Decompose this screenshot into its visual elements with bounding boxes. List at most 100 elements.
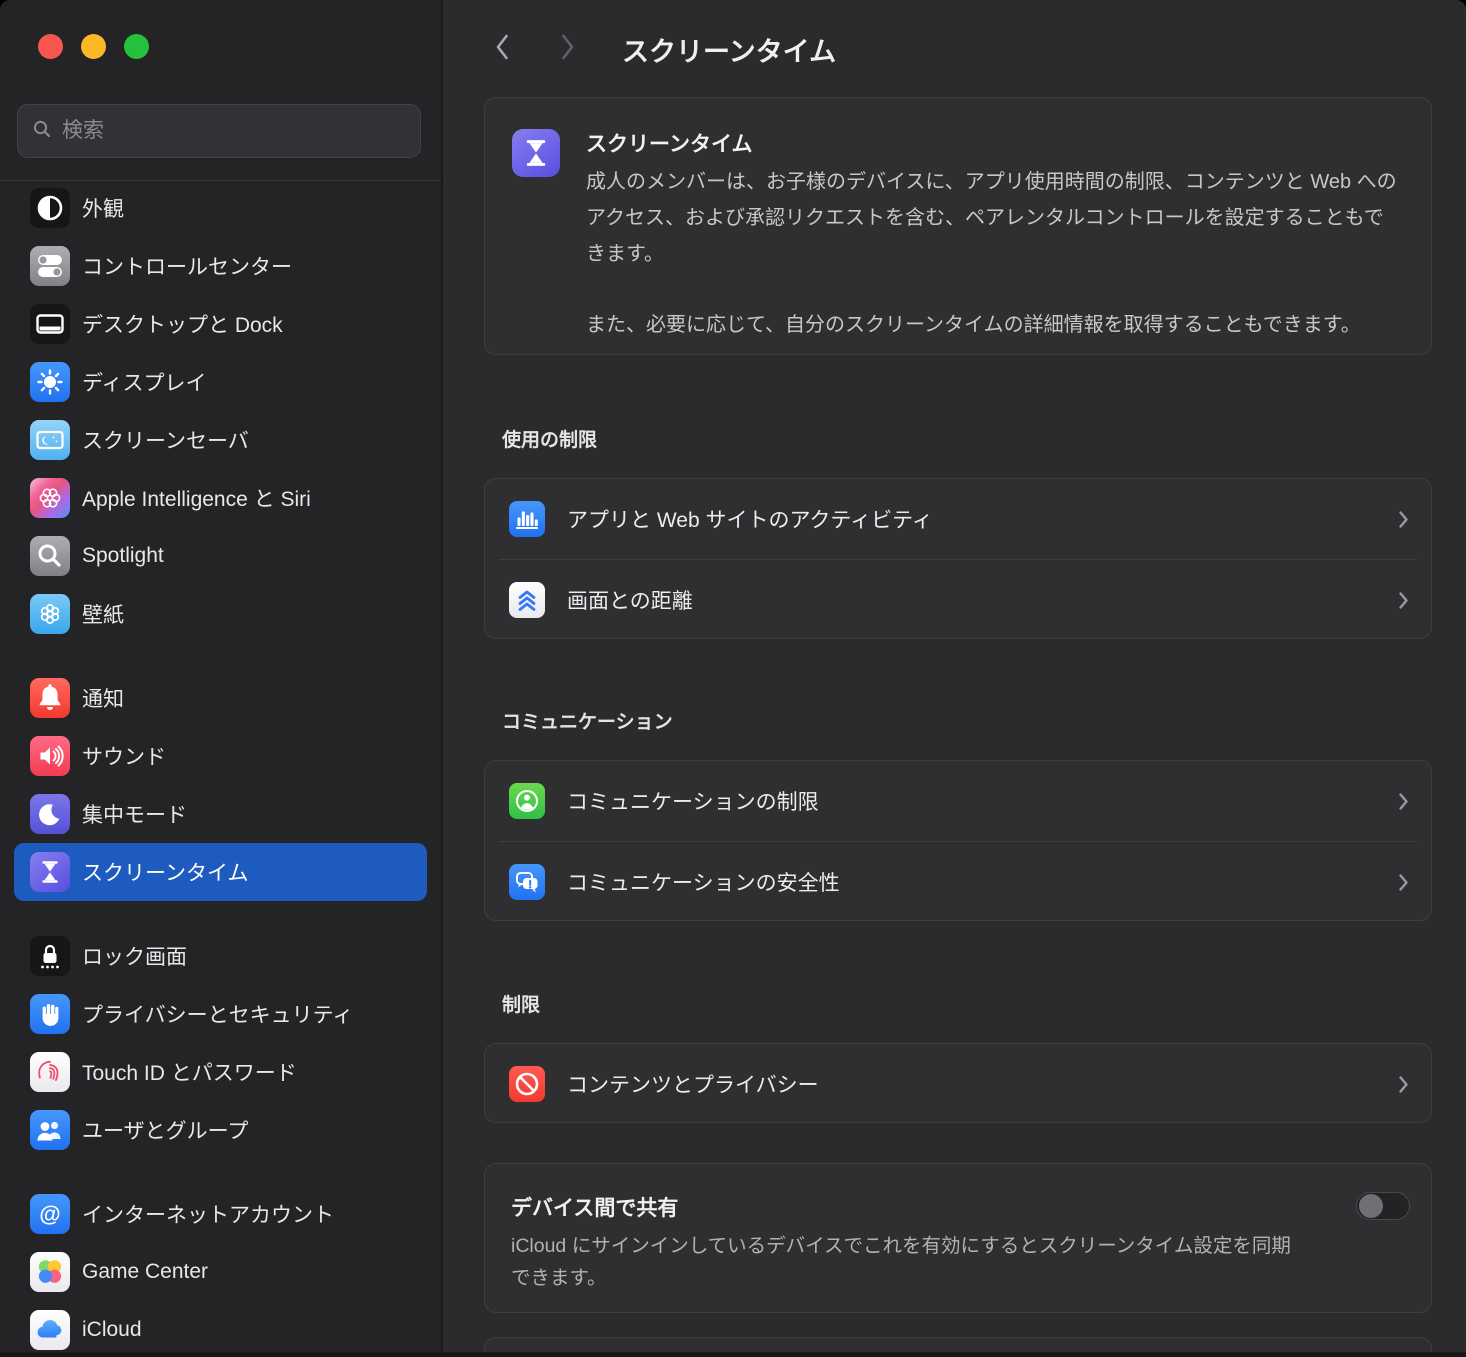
- focus-icon: [30, 794, 70, 834]
- share-across-devices-description: iCloud にサインインしているデバイスでこれを有効にするとスクリーンタイム設…: [511, 1230, 1303, 1294]
- system-settings-window: 外観 コントロールセンター デスクトップと Dock ディスプレイ: [0, 0, 1466, 1357]
- page-title: スクリーンタイム: [622, 30, 836, 69]
- communication-safety-icon: [509, 864, 545, 900]
- sidebar-item-label: 通知: [82, 683, 124, 713]
- touch-id-icon: [30, 1052, 70, 1092]
- screen-distance-icon: [509, 582, 545, 618]
- search-input[interactable]: [62, 119, 406, 143]
- apple-intelligence-siri-icon: [30, 478, 70, 518]
- sidebar-item-label: 外観: [82, 193, 124, 223]
- section-label-communication: コミュニケーション: [502, 707, 673, 734]
- sidebar-item-wallpaper[interactable]: 壁紙: [14, 585, 427, 643]
- sidebar-item-screen-saver[interactable]: スクリーンセーバ: [14, 411, 427, 469]
- sidebar-item-screen-time[interactable]: スクリーンタイム: [14, 843, 427, 901]
- forward-button[interactable]: [557, 30, 579, 64]
- back-button[interactable]: [491, 30, 513, 64]
- sound-icon: [30, 736, 70, 776]
- row-screen-distance[interactable]: 画面との距離: [485, 560, 1431, 640]
- sidebar-item-label: iCloud: [82, 1318, 142, 1342]
- chevron-right-icon: [1398, 591, 1409, 610]
- app-web-activity-icon: [509, 501, 545, 537]
- search-icon: [32, 119, 52, 144]
- minimize-button[interactable]: [81, 34, 106, 59]
- sidebar-item-privacy-security[interactable]: プライバシーとセキュリティ: [14, 985, 427, 1043]
- row-app-web-activity[interactable]: アプリと Web サイトのアクティビティ: [485, 479, 1431, 559]
- screen-time-icon: [512, 129, 560, 177]
- sidebar-item-label: ディスプレイ: [82, 367, 207, 397]
- sidebar-item-appearance[interactable]: 外観: [14, 179, 427, 237]
- sidebar-item-icloud[interactable]: iCloud: [14, 1301, 427, 1357]
- sidebar-item-label: Apple Intelligence と Siri: [82, 483, 311, 513]
- sidebar-item-lock-screen[interactable]: ロック画面: [14, 927, 427, 985]
- restrictions-card: コンテンツとプライバシー: [484, 1043, 1432, 1123]
- row-label: コミュニケーションの安全性: [567, 867, 840, 897]
- appearance-icon: [30, 188, 70, 228]
- share-across-devices-card: デバイス間で共有 iCloud にサインインしているデバイスでこれを有効にすると…: [484, 1163, 1432, 1313]
- sidebar-item-control-center[interactable]: コントロールセンター: [14, 237, 427, 295]
- sidebar-item-label: Touch ID とパスワード: [82, 1057, 297, 1087]
- chevron-right-icon: [1398, 510, 1409, 529]
- sidebar-item-label: Spotlight: [82, 544, 164, 568]
- displays-icon: [30, 362, 70, 402]
- icloud-icon: [30, 1310, 70, 1350]
- screen-time-intro-card: スクリーンタイム 成人のメンバーは、お子様のデバイスに、アプリ使用時間の制限、コ…: [484, 97, 1432, 355]
- sidebar-item-desktop-dock[interactable]: デスクトップと Dock: [14, 295, 427, 353]
- communication-limits-icon: [509, 783, 545, 819]
- row-communication-safety[interactable]: コミュニケーションの安全性: [485, 842, 1431, 922]
- next-card-partial: [484, 1337, 1432, 1357]
- main-content: スクリーンタイム スクリーンタイム 成人のメンバーは、お子様のデバイスに、アプリ…: [443, 0, 1466, 1357]
- sidebar-item-label: 壁紙: [82, 599, 124, 629]
- zoom-button[interactable]: [124, 34, 149, 59]
- sidebar-nav: 外観 コントロールセンター デスクトップと Dock ディスプレイ: [0, 179, 441, 1357]
- toggle-knob: [1359, 1194, 1383, 1218]
- desktop-dock-icon: [30, 304, 70, 344]
- sidebar-item-notifications[interactable]: 通知: [14, 669, 427, 727]
- search-field[interactable]: [17, 104, 421, 158]
- sidebar-item-internet-accounts[interactable]: @ インターネットアカウント: [14, 1185, 427, 1243]
- sidebar-item-spotlight[interactable]: Spotlight: [14, 527, 427, 585]
- sidebar-item-label: 集中モード: [82, 799, 187, 829]
- game-center-icon: [30, 1252, 70, 1292]
- section-label-restrictions: 制限: [502, 990, 540, 1017]
- sidebar-item-label: Game Center: [82, 1260, 208, 1284]
- screen-time-icon: [30, 852, 70, 892]
- close-button[interactable]: [38, 34, 63, 59]
- screen-saver-icon: [30, 420, 70, 460]
- sidebar: 外観 コントロールセンター デスクトップと Dock ディスプレイ: [0, 0, 443, 1357]
- row-label: コミュニケーションの制限: [567, 786, 819, 816]
- sidebar-item-label: ロック画面: [82, 941, 187, 971]
- row-label: 画面との距離: [567, 585, 693, 615]
- sidebar-item-label: インターネットアカウント: [82, 1199, 334, 1229]
- sidebar-item-game-center[interactable]: Game Center: [14, 1243, 427, 1301]
- chevron-right-icon: [1398, 1075, 1409, 1094]
- sidebar-item-label: コントロールセンター: [82, 251, 292, 281]
- users-groups-icon: [30, 1110, 70, 1150]
- row-label: コンテンツとプライバシー: [567, 1069, 819, 1099]
- sidebar-item-apple-intelligence-siri[interactable]: Apple Intelligence と Siri: [14, 469, 427, 527]
- sidebar-item-label: スクリーンタイム: [82, 857, 249, 887]
- share-across-devices-toggle[interactable]: [1356, 1192, 1410, 1220]
- sidebar-item-label: プライバシーとセキュリティ: [82, 999, 353, 1029]
- sidebar-item-label: デスクトップと Dock: [82, 309, 283, 339]
- window-controls: [38, 34, 149, 59]
- sidebar-item-label: サウンド: [82, 741, 166, 771]
- chevron-right-icon: [1398, 792, 1409, 811]
- lock-screen-icon: [30, 936, 70, 976]
- spotlight-icon: [30, 536, 70, 576]
- sidebar-item-focus[interactable]: 集中モード: [14, 785, 427, 843]
- intro-description-secondary: また、必要に応じて、自分のスクリーンタイムの詳細情報を取得することもできます。: [586, 307, 1416, 343]
- wallpaper-icon: [30, 594, 70, 634]
- row-content-privacy[interactable]: コンテンツとプライバシー: [485, 1044, 1431, 1124]
- privacy-security-icon: [30, 994, 70, 1034]
- sidebar-item-sound[interactable]: サウンド: [14, 727, 427, 785]
- control-center-icon: [30, 246, 70, 286]
- intro-description: 成人のメンバーは、お子様のデバイスに、アプリ使用時間の制限、コンテンツと Web…: [586, 164, 1398, 272]
- sidebar-item-users-groups[interactable]: ユーザとグループ: [14, 1101, 427, 1159]
- sidebar-item-touch-id-password[interactable]: Touch ID とパスワード: [14, 1043, 427, 1101]
- usage-limits-card: アプリと Web サイトのアクティビティ 画面との距離: [484, 478, 1432, 639]
- intro-title: スクリーンタイム: [586, 128, 753, 158]
- section-label-usage-limits: 使用の制限: [502, 425, 597, 452]
- chevron-right-icon: [1398, 873, 1409, 892]
- sidebar-item-displays[interactable]: ディスプレイ: [14, 353, 427, 411]
- row-communication-limits[interactable]: コミュニケーションの制限: [485, 761, 1431, 841]
